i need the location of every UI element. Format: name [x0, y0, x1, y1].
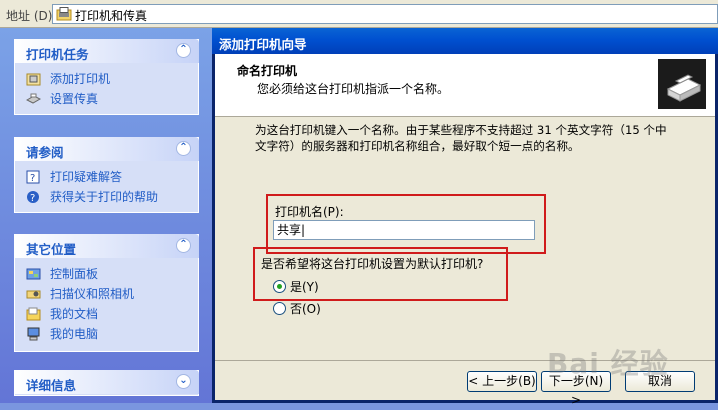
place-label: 我的电脑	[50, 327, 99, 341]
printer-name-input[interactable]: 共享|	[273, 220, 535, 240]
task-add-printer[interactable]: 添加打印机	[14, 69, 199, 89]
dialog-title: 添加打印机向导	[219, 37, 307, 52]
place-control-panel[interactable]: 控制面板	[14, 264, 199, 284]
radio-unselected-icon[interactable]	[273, 302, 286, 315]
place-label: 我的文档	[50, 307, 99, 321]
panel-header[interactable]: 打印机任务 ⌃	[14, 39, 199, 63]
panel-header[interactable]: 详细信息 ⌄	[14, 370, 199, 394]
dialog-title-bar[interactable]: 添加打印机向导	[212, 28, 718, 54]
radio-no[interactable]: 否(O)	[273, 300, 321, 316]
task-pane: 打印机任务 ⌃ 添加打印机 设置传真 请参阅 ⌃ ? 打印疑难解答 ? 获得关于…	[0, 28, 212, 403]
place-my-documents[interactable]: 我的文档	[14, 304, 199, 324]
place-label: 扫描仪和照相机	[50, 287, 135, 301]
place-label: 控制面板	[50, 267, 99, 281]
back-button[interactable]: < 上一步(B)	[467, 371, 537, 392]
my-documents-icon	[26, 307, 41, 321]
my-computer-icon	[27, 327, 40, 341]
instruction-text: 为这台打印机键入一个名称。由于某些程序不支持超过 31 个英文字符（15 个中文…	[255, 123, 667, 153]
printer-folder-icon	[56, 7, 72, 21]
help-icon: ?	[27, 191, 39, 204]
default-printer-question: 是否希望将这台打印机设置为默认打印机?	[261, 257, 484, 271]
task-setup-fax[interactable]: 设置传真	[14, 89, 199, 109]
details-panel: 详细信息 ⌄	[14, 370, 199, 396]
svg-text:?: ?	[30, 193, 35, 204]
task-label: 添加打印机	[50, 72, 111, 86]
radio-yes-label: 是(Y)	[290, 280, 319, 294]
link-label: 打印疑难解答	[50, 170, 123, 184]
printer-tasks-panel: 打印机任务 ⌃ 添加打印机 设置传真	[14, 39, 199, 115]
see-also-panel: 请参阅 ⌃ ? 打印疑难解答 ? 获得关于打印的帮助	[14, 137, 199, 213]
printer-icon	[658, 59, 706, 109]
address-input[interactable]: 打印机和传真	[52, 4, 718, 24]
printer-name-value: 共享	[277, 223, 302, 237]
wizard-step-title: 命名打印机	[237, 64, 298, 78]
link-print-troubleshoot[interactable]: ? 打印疑难解答	[14, 167, 199, 187]
address-bar: 地址 (D) 打印机和传真	[0, 0, 718, 28]
radio-selected-icon[interactable]	[273, 280, 286, 293]
collapse-chevron-icon[interactable]: ⌃	[176, 141, 191, 156]
highlight-box-printer-name: 打印机名(P): 共享|	[266, 194, 546, 254]
radio-yes[interactable]: 是(Y)	[273, 278, 319, 294]
collapse-chevron-icon[interactable]: ⌃	[176, 43, 191, 58]
panel-header[interactable]: 其它位置 ⌃	[14, 234, 199, 258]
help-book-icon: ?	[26, 170, 40, 184]
panel-header[interactable]: 请参阅 ⌃	[14, 137, 199, 161]
address-value: 打印机和传真	[75, 9, 148, 23]
svg-text:?: ?	[30, 173, 35, 184]
panel-title: 详细信息	[26, 378, 77, 393]
baidu-watermark: Bai 经验	[547, 347, 669, 380]
panel-title: 打印机任务	[26, 47, 89, 62]
other-places-panel: 其它位置 ⌃ 控制面板 扫描仪和照相机 我的文档 我的电脑	[14, 234, 199, 352]
address-label: 地址 (D)	[6, 9, 53, 23]
task-label: 设置传真	[50, 92, 99, 106]
collapse-chevron-icon[interactable]: ⌃	[176, 238, 191, 253]
control-panel-icon	[26, 268, 41, 280]
wizard-step-subtitle: 您必须给这台打印机指派一个名称。	[257, 82, 450, 96]
add-printer-icon	[26, 73, 41, 86]
link-print-help[interactable]: ? 获得关于打印的帮助	[14, 187, 199, 207]
place-my-computer[interactable]: 我的电脑	[14, 324, 199, 344]
radio-no-label: 否(O)	[290, 302, 321, 316]
expand-chevron-icon[interactable]: ⌄	[176, 374, 191, 389]
fax-icon	[26, 93, 41, 104]
place-scanners-cameras[interactable]: 扫描仪和照相机	[14, 284, 199, 304]
scanner-icon	[26, 290, 41, 299]
panel-title: 请参阅	[26, 145, 64, 160]
wizard-header: 命名打印机 您必须给这台打印机指派一个名称。	[215, 54, 715, 117]
printer-name-label: 打印机名(P):	[275, 205, 344, 219]
link-label: 获得关于打印的帮助	[50, 190, 159, 204]
panel-title: 其它位置	[26, 242, 77, 257]
